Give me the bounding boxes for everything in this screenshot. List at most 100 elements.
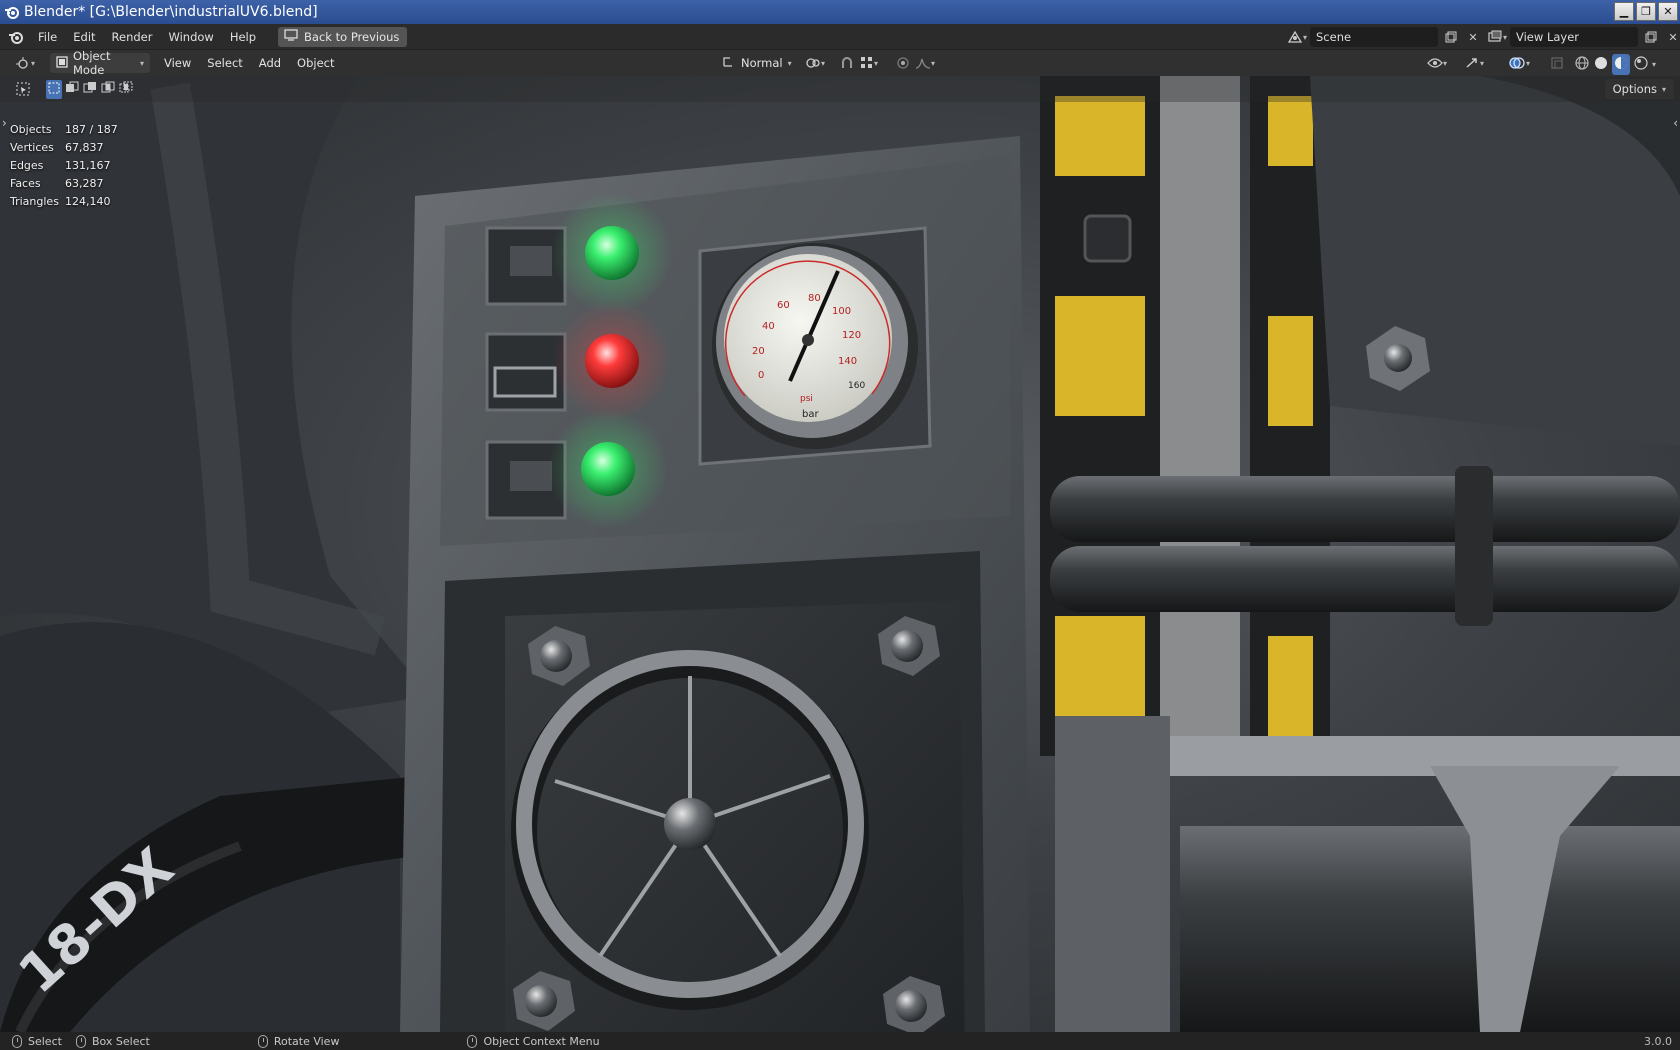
status-context-menu-hint: Object Context Menu	[467, 1034, 600, 1048]
menu-edit[interactable]: Edit	[65, 26, 103, 48]
minimize-button[interactable]: ▁	[1614, 2, 1634, 21]
stat-label: Objects	[10, 122, 52, 136]
mouse-drag-icon	[75, 1034, 86, 1048]
rendered-shading-icon[interactable]	[1633, 55, 1649, 74]
object-mode-label: Object Mode	[73, 49, 111, 77]
new-scene-icon[interactable]	[1438, 27, 1464, 47]
green-indicator-light-top	[585, 226, 639, 280]
chevron-down-icon: ▾	[139, 58, 144, 68]
stat-label: Vertices	[10, 140, 54, 154]
status-context-menu-label: Object Context Menu	[483, 1034, 600, 1048]
stat-value: 63,287	[65, 176, 104, 190]
chevron-down-icon: ▾	[787, 58, 792, 68]
viewport-render: 18-DX 0 20 40 60 80 100 120 140 160 psi …	[0, 76, 1680, 1032]
orientation-label: Normal	[741, 56, 783, 70]
overlays-toggle-icon[interactable]: ▾	[1500, 53, 1538, 73]
scene-selector-icon[interactable]: ▾	[1284, 27, 1310, 47]
wireframe-shading-icon[interactable]	[1574, 55, 1590, 74]
orientation-icon	[722, 56, 736, 71]
mouse-middle-icon	[257, 1034, 268, 1048]
gauge-tick: 20	[752, 346, 765, 357]
close-button[interactable]: ✕	[1658, 2, 1678, 21]
view-layer-selector-icon[interactable]: ▾	[1484, 27, 1510, 47]
top-menubar: File Edit Render Window Help Back to Pre…	[0, 24, 1680, 50]
chevron-down-icon: ▾	[1661, 84, 1666, 94]
gauge-tick: 100	[832, 306, 851, 317]
gauge-tick: 120	[842, 330, 861, 341]
selection-mode-intersect-icon[interactable]	[118, 80, 134, 99]
gauge-unit-bar: bar	[802, 409, 819, 420]
status-select-hint: Select	[12, 1034, 62, 1048]
status-select-label: Select	[28, 1034, 62, 1048]
new-view-layer-icon[interactable]	[1638, 27, 1664, 47]
remove-view-layer-icon[interactable]: ✕	[1664, 27, 1680, 47]
menu-help[interactable]: Help	[222, 26, 264, 48]
blender-version: 3.0.0	[1644, 1034, 1672, 1048]
stat-label: Triangles	[10, 194, 59, 208]
menu-file[interactable]: File	[30, 26, 65, 48]
gauge-tick: 80	[808, 293, 821, 304]
selection-mode-new-icon[interactable]	[46, 80, 62, 99]
red-indicator-light	[585, 334, 639, 388]
menu-view[interactable]: View	[156, 56, 199, 70]
visibility-selectability-icon[interactable]: ▾	[1422, 53, 1452, 73]
pressure-gauge: 0 20 40 60 80 100 120 140 160 psi bar	[712, 243, 918, 449]
object-mode-icon	[56, 55, 68, 71]
menu-object[interactable]: Object	[289, 56, 342, 70]
restore-icon: ❐	[1641, 5, 1651, 18]
3d-viewport[interactable]: 18-DX 0 20 40 60 80 100 120 140 160 psi …	[0, 76, 1680, 1032]
menu-render[interactable]: Render	[104, 26, 161, 48]
options-dropdown[interactable]: Options ▾	[1604, 79, 1674, 99]
mouse-left-icon	[12, 1034, 22, 1048]
restore-button[interactable]: ❐	[1636, 2, 1656, 21]
selection-mode-extend-icon[interactable]	[64, 80, 80, 99]
gizmo-toggle-icon[interactable]: ▾	[1458, 53, 1490, 73]
gauge-tick: 60	[777, 300, 790, 311]
green-indicator-light-bottom	[581, 442, 635, 496]
status-rotate-view-label: Rotate View	[273, 1034, 340, 1048]
menu-window[interactable]: Window	[160, 26, 221, 48]
menu-select[interactable]: Select	[199, 56, 250, 70]
pivot-point-icon[interactable]: ▾	[802, 53, 828, 73]
scene-statistics: Objects 187 / 187 Vertices 67,837 Edges 131…	[10, 120, 118, 210]
falloff-curve-icon[interactable]: ▾	[912, 53, 938, 73]
scene-name-field[interactable]: Scene	[1310, 27, 1438, 47]
selection-mode-subtract-icon[interactable]	[82, 80, 98, 99]
gauge-tick: 160	[848, 381, 865, 391]
window-titlebar: Blender* [G:\Blender\industrialUV6.blend…	[0, 0, 1680, 24]
viewport-header: ▾ Object Mode ▾ View Select Add Object N…	[0, 49, 1680, 77]
solid-shading-icon[interactable]	[1593, 55, 1609, 74]
snap-increment-icon[interactable]: ▾	[856, 53, 882, 73]
selection-mode-invert-icon[interactable]	[100, 80, 116, 99]
select-box-tool-icon[interactable]	[12, 79, 34, 99]
options-label: Options	[1612, 82, 1657, 96]
stat-label: Faces	[10, 176, 41, 190]
menu-add[interactable]: Add	[251, 56, 289, 70]
xray-toggle-icon[interactable]	[1546, 53, 1568, 73]
close-icon: ✕	[1663, 5, 1673, 18]
remove-scene-icon[interactable]: ✕	[1464, 27, 1482, 47]
status-bar: Select Box Select Rotate View Object Con…	[0, 1032, 1680, 1050]
editor-type-icon[interactable]: ▾	[8, 53, 42, 73]
sidebar-toggle-icon[interactable]: ‹	[1673, 116, 1678, 130]
transform-orientation-dropdown[interactable]: Normal ▾	[716, 53, 794, 73]
tool-settings-overlay	[0, 76, 1680, 102]
view-layer-name-field[interactable]: View Layer	[1510, 27, 1638, 47]
shading-options-chevron-icon[interactable]: ▾	[1652, 60, 1656, 69]
stat-value: 124,140	[65, 194, 111, 208]
material-preview-shading-icon[interactable]	[1612, 54, 1630, 75]
blender-menu-icon[interactable]	[8, 29, 30, 45]
gauge-tick: 0	[758, 370, 764, 381]
toolbar-toggle-icon[interactable]: ›	[2, 116, 7, 130]
object-mode-dropdown[interactable]: Object Mode ▾	[50, 49, 150, 77]
status-rotate-view-hint: Rotate View	[257, 1034, 340, 1048]
back-to-previous-label: Back to Previous	[304, 29, 400, 44]
stat-row: Faces 63,287	[10, 174, 118, 192]
status-box-select-hint: Box Select	[75, 1034, 150, 1048]
back-to-previous-button[interactable]: Back to Previous	[278, 26, 408, 47]
blender-logo-icon	[2, 2, 22, 22]
screen-icon	[284, 29, 298, 44]
window-title: Blender* [G:\Blender\industrialUV6.blend…	[24, 4, 318, 20]
gauge-unit-psi: psi	[800, 394, 813, 404]
stat-row: Edges 131,167	[10, 156, 118, 174]
